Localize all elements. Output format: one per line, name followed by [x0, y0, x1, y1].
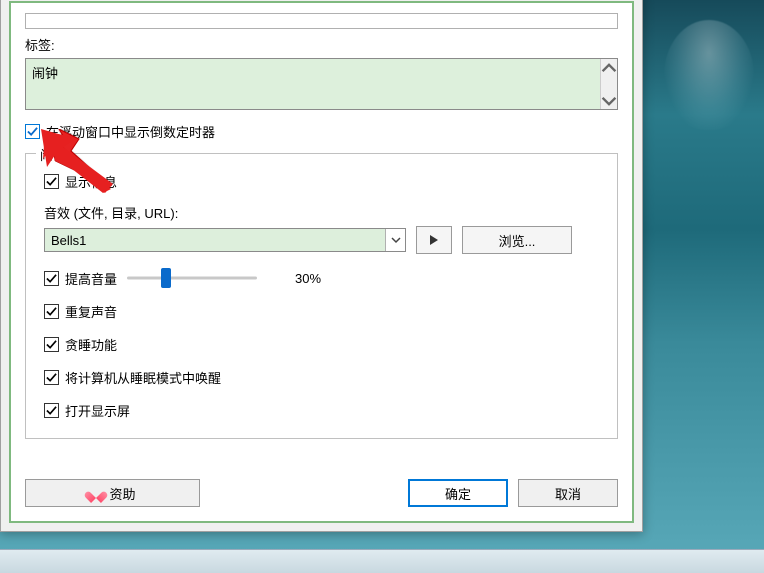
cancel-label: 取消	[555, 484, 581, 503]
show-message-checkbox[interactable]	[44, 174, 59, 189]
repeat-sound-checkbox[interactable]	[44, 304, 59, 319]
taskbar	[0, 549, 764, 573]
ok-label: 确定	[445, 484, 471, 503]
sound-combobox[interactable]: Bells1	[44, 228, 406, 252]
browse-button[interactable]: 浏览...	[462, 226, 572, 254]
tag-label: 标签:	[25, 35, 618, 54]
snooze-label: 贪睡功能	[65, 335, 117, 354]
snooze-checkbox[interactable]	[44, 337, 59, 352]
ok-button[interactable]: 确定	[408, 479, 508, 507]
wake-pc-label: 将计算机从睡眠模式中唤醒	[65, 368, 221, 387]
float-countdown-label: 在浮动窗口中显示倒数定时器	[46, 122, 215, 141]
turn-on-display-label: 打开显示屏	[65, 401, 130, 420]
wake-pc-checkbox[interactable]	[44, 370, 59, 385]
tag-textarea-value: 闹钟	[26, 59, 600, 109]
tag-textarea[interactable]: 闹钟	[25, 58, 618, 110]
sound-label: 音效 (文件, 目录, URL):	[44, 203, 599, 222]
scroll-up-icon[interactable]	[601, 59, 617, 76]
volume-slider[interactable]	[127, 268, 257, 288]
cancel-button[interactable]: 取消	[518, 479, 618, 507]
settings-dialog: 标签: 闹钟 在浮动窗口中显示倒数定时器 闹钟	[0, 0, 643, 532]
volume-percent-label: 30%	[295, 271, 321, 286]
heart-icon	[89, 487, 103, 499]
play-button[interactable]	[416, 226, 452, 254]
play-icon	[429, 234, 439, 246]
textarea-scrollbar[interactable]	[600, 59, 617, 109]
chevron-down-icon[interactable]	[385, 229, 405, 251]
boost-volume-label: 提高音量	[65, 269, 117, 288]
top-input-strip[interactable]	[25, 13, 618, 29]
repeat-sound-label: 重复声音	[65, 302, 117, 321]
sound-combobox-value: Bells1	[45, 229, 385, 251]
fieldset-legend: 闹钟	[36, 145, 70, 164]
float-countdown-checkbox[interactable]	[25, 124, 40, 139]
sponsor-button[interactable]: 资助	[25, 479, 200, 507]
sponsor-label: 资助	[109, 484, 135, 503]
browse-label: 浏览...	[499, 231, 536, 250]
boost-volume-checkbox[interactable]	[44, 271, 59, 286]
scroll-down-icon[interactable]	[601, 92, 617, 109]
alarm-fieldset: 闹钟 显示信息 音效 (文件, 目录, URL): Bells1	[25, 153, 618, 439]
show-message-label: 显示信息	[65, 172, 117, 191]
turn-on-display-checkbox[interactable]	[44, 403, 59, 418]
